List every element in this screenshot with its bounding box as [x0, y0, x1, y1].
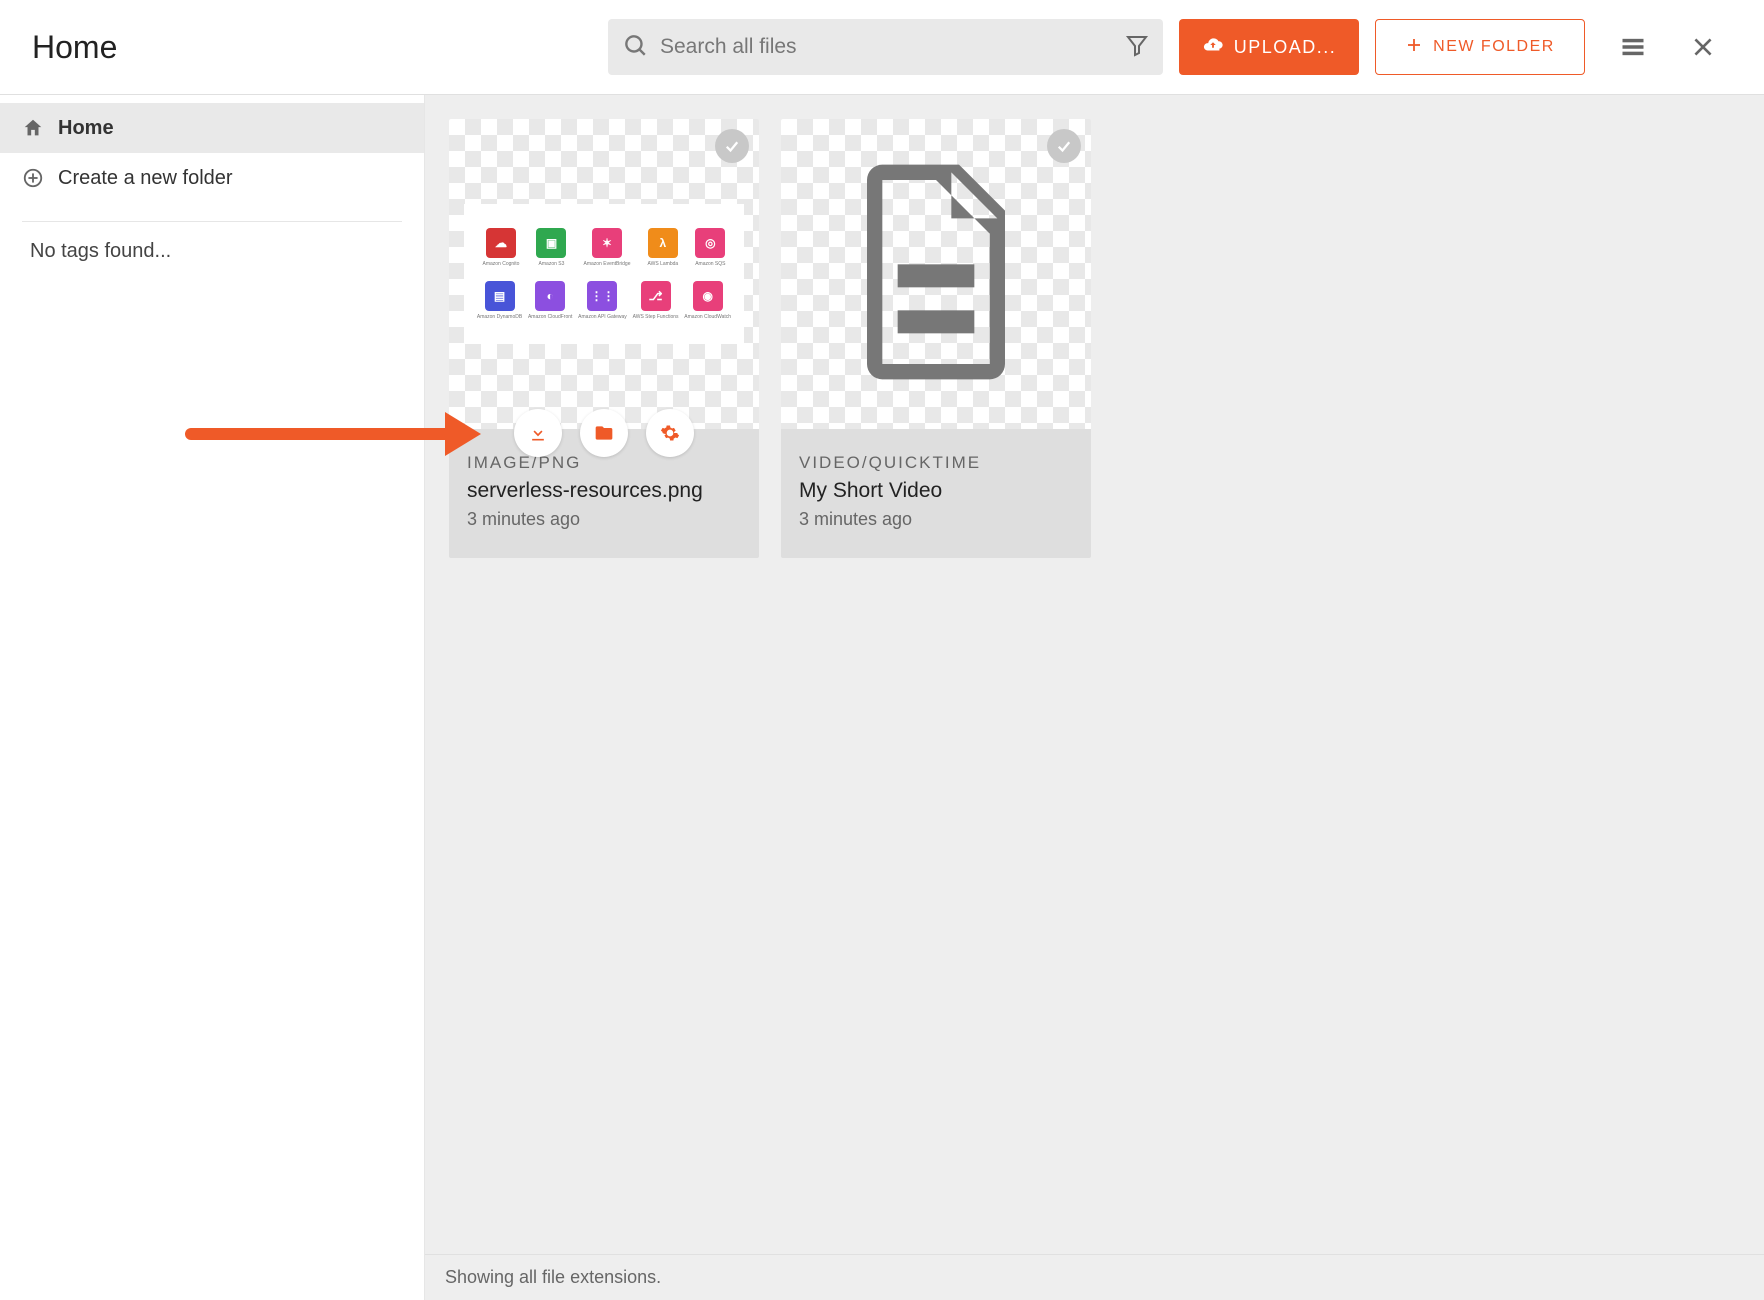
new-folder-button[interactable]: NEW FOLDER [1375, 19, 1585, 75]
select-check-icon[interactable] [1047, 129, 1081, 163]
sidebar-item-home[interactable]: Home [0, 103, 424, 153]
upload-button[interactable]: UPLOAD... [1179, 19, 1359, 75]
file-tile[interactable]: VIDEO/QUICKTIME My Short Video 3 minutes… [781, 119, 1091, 558]
file-type: VIDEO/QUICKTIME [799, 453, 1073, 473]
page-title: Home [32, 29, 592, 66]
new-folder-label: NEW FOLDER [1433, 38, 1555, 56]
tile-thumbnail: ☁Amazon Cognito ▣Amazon S3 ✶Amazon Event… [449, 119, 759, 429]
footer-text: Showing all file extensions. [445, 1267, 661, 1288]
file-generic-icon [841, 157, 1031, 392]
list-view-button[interactable] [1611, 25, 1655, 69]
file-time: 3 minutes ago [467, 509, 741, 530]
tile-hover-actions [514, 409, 694, 457]
file-grid: ☁Amazon Cognito ▣Amazon S3 ✶Amazon Event… [425, 95, 1764, 582]
image-preview: ☁Amazon Cognito ▣Amazon S3 ✶Amazon Event… [464, 204, 744, 344]
tile-thumbnail [781, 119, 1091, 429]
upload-label: UPLOAD... [1234, 37, 1337, 58]
plus-circle-icon [22, 167, 46, 189]
file-time: 3 minutes ago [799, 509, 1073, 530]
divider [22, 221, 402, 222]
sidebar-home-label: Home [58, 117, 114, 140]
search-input[interactable] [660, 35, 1125, 59]
select-check-icon[interactable] [715, 129, 749, 163]
download-button[interactable] [514, 409, 562, 457]
file-tile[interactable]: ☁Amazon Cognito ▣Amazon S3 ✶Amazon Event… [449, 119, 759, 558]
filter-icon[interactable] [1125, 33, 1149, 62]
file-name: My Short Video [799, 479, 1073, 503]
no-tags-label: No tags found... [0, 240, 424, 263]
move-folder-button[interactable] [580, 409, 628, 457]
sidebar-item-create-folder[interactable]: Create a new folder [0, 153, 424, 203]
topbar: Home UPLOAD... NEW FOLDER [0, 0, 1764, 94]
plus-icon [1405, 36, 1423, 59]
cloud-upload-icon [1202, 34, 1224, 61]
close-button[interactable] [1681, 25, 1725, 69]
settings-button[interactable] [646, 409, 694, 457]
footer: Showing all file extensions. [425, 1254, 1764, 1300]
search-bar[interactable] [608, 19, 1163, 75]
main-area: ☁Amazon Cognito ▣Amazon S3 ✶Amazon Event… [425, 95, 1764, 1300]
content: Home Create a new folder No tags found..… [0, 94, 1764, 1300]
search-icon [622, 32, 648, 63]
tile-meta: VIDEO/QUICKTIME My Short Video 3 minutes… [781, 429, 1091, 558]
sidebar: Home Create a new folder No tags found..… [0, 95, 425, 1300]
file-name: serverless-resources.png [467, 479, 741, 503]
home-icon [22, 117, 46, 139]
sidebar-create-label: Create a new folder [58, 167, 233, 190]
